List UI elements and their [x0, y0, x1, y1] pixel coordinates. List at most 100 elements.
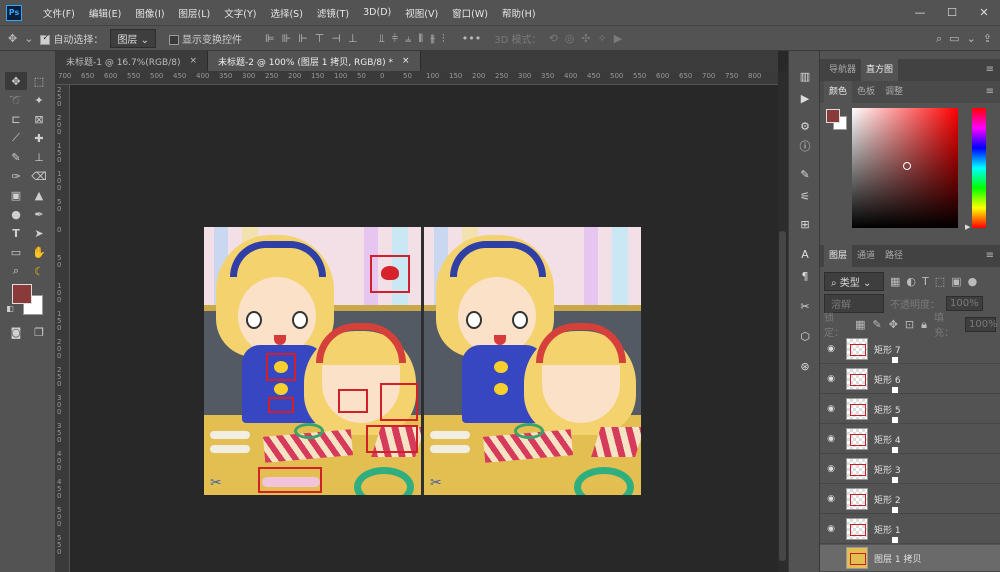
- layer-name[interactable]: 矩形 1: [874, 523, 901, 536]
- eyedropper-icon[interactable]: ⟋: [5, 129, 27, 147]
- align-left-icon[interactable]: ⊫: [265, 33, 275, 44]
- distribute-bottom-icon[interactable]: ⫨: [405, 33, 411, 44]
- color-picker-cursor[interactable]: [903, 162, 911, 170]
- lock-position-icon[interactable]: ✥: [889, 319, 898, 330]
- layer-row[interactable]: ◉ 矩形 3: [820, 455, 1000, 484]
- move-tool-icon[interactable]: ✥: [5, 72, 27, 90]
- brushes-icon[interactable]: ✎: [795, 165, 815, 183]
- difference-marker[interactable]: [266, 353, 296, 381]
- filter-type-icon[interactable]: T: [922, 276, 929, 287]
- layer-row[interactable]: ◉ 矩形 6: [820, 365, 1000, 394]
- 3d-pan-icon[interactable]: ✣: [581, 33, 590, 44]
- distribute-right-icon[interactable]: ⫶: [442, 33, 445, 44]
- fill-input[interactable]: 100%: [965, 316, 998, 332]
- maximize-icon[interactable]: ☐: [936, 6, 968, 19]
- layer-name[interactable]: 矩形 6: [874, 373, 901, 386]
- close-icon[interactable]: ×: [189, 56, 197, 66]
- frame-tool-icon[interactable]: ⊠: [28, 110, 50, 128]
- tab-channels[interactable]: 通道: [852, 245, 880, 267]
- layer-name[interactable]: 图层 1 拷贝: [874, 552, 921, 565]
- search-icon[interactable]: ⌕: [936, 33, 942, 44]
- canvas-scrollbar[interactable]: [778, 71, 788, 572]
- tab-untitled-1[interactable]: 未标题-1 @ 16.7%(RGB/8) ×: [56, 51, 209, 71]
- screen-mode-icon[interactable]: ❐: [28, 323, 50, 341]
- lock-transparent-icon[interactable]: ▦: [855, 319, 865, 330]
- filter-pixel-icon[interactable]: ▦: [890, 276, 900, 287]
- panel-menu-icon[interactable]: ≡: [986, 86, 994, 97]
- panel-menu-icon[interactable]: ≡: [986, 250, 994, 261]
- eye-icon[interactable]: ◉: [820, 374, 842, 384]
- tab-adjustments[interactable]: 调整: [880, 81, 908, 103]
- menu-file[interactable]: 文件(F): [36, 6, 82, 20]
- info-icon[interactable]: ⓘ: [795, 137, 815, 155]
- layer-row[interactable]: ◉ 矩形 1: [820, 515, 1000, 544]
- crop-tool-icon[interactable]: ⊏: [5, 110, 27, 128]
- more-options-icon[interactable]: •••: [462, 33, 481, 44]
- distribute-center-icon[interactable]: ⫵: [430, 33, 435, 44]
- eye-icon[interactable]: ◉: [820, 494, 842, 504]
- photoshop-logo-icon[interactable]: Ps: [6, 4, 22, 21]
- rectangle-tool-icon[interactable]: ▭: [5, 243, 27, 261]
- history-icon[interactable]: ▥: [795, 67, 815, 85]
- 3d-cube-icon[interactable]: ⬡: [795, 327, 815, 345]
- close-icon[interactable]: ×: [402, 56, 410, 66]
- distribute-middle-icon[interactable]: ⫩: [392, 33, 398, 44]
- auto-select-dropdown[interactable]: 图层 ⌄: [110, 28, 157, 48]
- adjustments-icon[interactable]: ⚟: [795, 187, 815, 205]
- lasso-tool-icon[interactable]: ➰: [5, 91, 27, 109]
- quick-mask-icon[interactable]: ◙: [5, 323, 27, 341]
- timeline-icon[interactable]: ⊛: [795, 357, 815, 375]
- eye-icon[interactable]: ◉: [820, 524, 842, 534]
- layer-row[interactable]: ◉ 矩形 7: [820, 335, 1000, 364]
- zoom-tool-icon[interactable]: ⌕: [5, 262, 27, 280]
- chevron-down-icon[interactable]: ⌄: [24, 33, 33, 44]
- minimize-icon[interactable]: —: [904, 6, 936, 19]
- menu-3d[interactable]: 3D(D): [356, 7, 398, 18]
- color-panel-foreground[interactable]: [826, 109, 840, 123]
- layer-name[interactable]: 矩形 4: [874, 433, 901, 446]
- filter-adjust-icon[interactable]: ◐: [906, 276, 916, 287]
- menu-image[interactable]: 图像(I): [128, 6, 171, 20]
- workspace-icon[interactable]: ▭: [949, 33, 959, 44]
- 3d-scale-icon[interactable]: ▶: [614, 33, 622, 44]
- filter-smart-icon[interactable]: ▣: [951, 276, 961, 287]
- auto-select-checkbox[interactable]: 自动选择：: [40, 31, 103, 46]
- layer-name[interactable]: 矩形 5: [874, 403, 901, 416]
- chevron-down-icon[interactable]: ⌄: [967, 33, 976, 44]
- gradient-tool-icon[interactable]: ▣: [5, 186, 27, 204]
- 3d-orbit-icon[interactable]: ⟲: [548, 33, 557, 44]
- tab-swatches[interactable]: 色板: [852, 81, 880, 103]
- layer-row[interactable]: ◉ 矩形 2: [820, 485, 1000, 514]
- eye-icon[interactable]: ◉: [820, 344, 842, 354]
- lock-all-icon[interactable]: 🔒︎: [921, 319, 927, 330]
- eye-icon[interactable]: ◉: [820, 434, 842, 444]
- tab-color[interactable]: 颜色: [824, 81, 853, 103]
- move-tool-icon[interactable]: ✥: [8, 33, 17, 44]
- layer-kind-filter[interactable]: ⌕ 类型 ⌄: [824, 271, 884, 291]
- menu-help[interactable]: 帮助(H): [495, 6, 543, 20]
- magic-wand-icon[interactable]: ✦: [28, 91, 50, 109]
- dodge-tool-icon[interactable]: ●: [5, 205, 27, 223]
- show-transform-checkbox[interactable]: 显示变换控件: [169, 31, 242, 46]
- layer-row[interactable]: ◉ 矩形 5: [820, 395, 1000, 424]
- 3d-roll-icon[interactable]: ◎: [565, 33, 575, 44]
- tools-cross-icon[interactable]: ✂: [795, 297, 815, 315]
- hue-slider-handle-icon[interactable]: ▶: [965, 223, 970, 231]
- align-top-icon[interactable]: ⊤: [315, 33, 325, 44]
- menu-edit[interactable]: 编辑(E): [82, 6, 128, 20]
- filter-toggle-icon[interactable]: ●: [968, 276, 978, 287]
- tab-navigator[interactable]: 导航器: [824, 59, 861, 81]
- ruler-vertical[interactable]: 250 200 150 100 50 0 50 100 150 200 250 …: [56, 85, 70, 572]
- align-middle-v-icon[interactable]: ⊣: [331, 33, 341, 44]
- distribute-top-icon[interactable]: ⫫: [379, 33, 385, 44]
- menu-window[interactable]: 窗口(W): [445, 6, 495, 20]
- actions-play-icon[interactable]: ▶: [795, 89, 815, 107]
- scrollbar-thumb[interactable]: [779, 231, 786, 561]
- path-select-icon[interactable]: ➤: [28, 224, 50, 242]
- healing-brush-icon[interactable]: ✚: [28, 129, 50, 147]
- menu-layer[interactable]: 图层(L): [172, 6, 218, 20]
- difference-marker[interactable]: [380, 383, 418, 421]
- marquee-tool-icon[interactable]: ⬚: [28, 72, 50, 90]
- hue-slider[interactable]: [972, 108, 986, 228]
- hand-tool-icon[interactable]: ✋: [28, 243, 50, 261]
